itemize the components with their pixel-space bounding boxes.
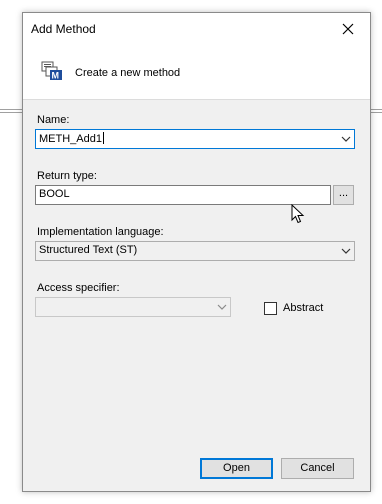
open-button[interactable]: Open bbox=[200, 458, 273, 479]
method-icon: M bbox=[41, 61, 62, 81]
background-divider-left bbox=[0, 109, 22, 110]
abstract-label[interactable]: Abstract bbox=[283, 302, 323, 314]
close-button[interactable] bbox=[326, 13, 370, 45]
name-value: METH_Add1 bbox=[39, 133, 102, 145]
dialog-header: M Create a new method bbox=[23, 45, 370, 100]
header-text: Create a new method bbox=[75, 67, 181, 79]
return-type-input[interactable]: BOOL bbox=[35, 185, 331, 205]
name-combobox[interactable]: METH_Add1 bbox=[35, 129, 355, 149]
background-divider-left-2 bbox=[0, 112, 22, 113]
background-divider-right-2 bbox=[371, 112, 382, 113]
access-specifier-label: Access specifier: bbox=[37, 282, 120, 294]
impl-language-label: Implementation language: bbox=[37, 226, 164, 238]
dialog-title: Add Method bbox=[31, 22, 96, 36]
cancel-button[interactable]: Cancel bbox=[281, 458, 354, 479]
add-method-dialog: Add Method M Create a new method Name: M… bbox=[22, 12, 371, 492]
svg-text:M: M bbox=[52, 71, 60, 81]
title-bar: Add Method bbox=[23, 13, 370, 45]
impl-language-value: Structured Text (ST) bbox=[39, 244, 138, 256]
close-icon bbox=[342, 23, 354, 35]
chevron-down-icon bbox=[217, 304, 227, 310]
access-specifier-select[interactable] bbox=[35, 297, 231, 317]
background-divider-right bbox=[371, 109, 382, 110]
browse-type-button[interactable]: ... bbox=[333, 185, 354, 205]
text-caret bbox=[102, 132, 104, 144]
mouse-cursor-icon bbox=[291, 204, 305, 224]
impl-language-select[interactable]: Structured Text (ST) bbox=[35, 241, 355, 261]
return-type-label: Return type: bbox=[37, 170, 97, 182]
return-type-value: BOOL bbox=[39, 188, 70, 200]
chevron-down-icon bbox=[341, 248, 351, 254]
chevron-down-icon[interactable] bbox=[341, 134, 351, 144]
abstract-checkbox[interactable] bbox=[264, 302, 277, 315]
name-label: Name: bbox=[37, 114, 70, 126]
